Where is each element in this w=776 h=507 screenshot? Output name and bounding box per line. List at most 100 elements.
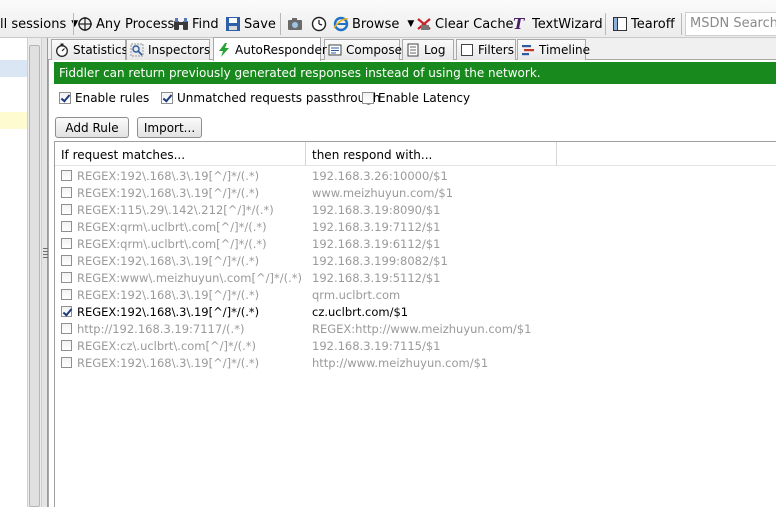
rule-row[interactable]: REGEX:192\.168\.3\.19[^/]*/(.*) cz.uclbrt… bbox=[55, 304, 775, 321]
log-icon bbox=[406, 43, 420, 57]
rule-response-target: 192.168.3.199:8082/$1 bbox=[312, 254, 448, 268]
keep-sessions-dropdown[interactable]: ll sessions ▼ bbox=[0, 13, 78, 35]
tab-statistics-label: Statistics bbox=[73, 43, 128, 57]
rule-match-pattern: REGEX:qrm\.uclbrt\.com[^/]*/(.*) bbox=[77, 237, 267, 251]
rule-enabled-checkbox[interactable] bbox=[61, 306, 72, 317]
browse-dropdown-arrow-icon[interactable]: ▼ bbox=[407, 19, 414, 29]
composer-icon bbox=[328, 43, 342, 57]
rule-row[interactable]: REGEX:192\.168\.3\.19[^/]*/(.*) 192.168.3… bbox=[55, 168, 775, 185]
enable-latency-label[interactable]: Enable Latency bbox=[378, 91, 470, 105]
unmatched-passthrough-checkbox[interactable] bbox=[161, 92, 173, 104]
find-button[interactable]: Find bbox=[173, 13, 219, 35]
clear-cache-icon bbox=[416, 16, 432, 32]
rule-response-target: 192.168.3.19:7112/$1 bbox=[312, 220, 441, 234]
clear-cache-button[interactable]: Clear Cache bbox=[416, 13, 514, 35]
rule-response-target: 192.168.3.19:6112/$1 bbox=[312, 237, 441, 251]
add-rule-button[interactable]: Add Rule bbox=[55, 117, 129, 138]
rule-row[interactable]: REGEX:192\.168\.3\.19[^/]*/(.*) qrm.uclbr… bbox=[55, 287, 775, 304]
tab-filters[interactable]: Filters bbox=[456, 39, 516, 60]
rule-enabled-checkbox[interactable] bbox=[61, 340, 72, 351]
column-header-empty[interactable] bbox=[557, 142, 776, 166]
rule-match-pattern: REGEX:192\.168\.3\.19[^/]*/(.*) bbox=[77, 288, 260, 302]
rule-enabled-checkbox[interactable] bbox=[61, 272, 72, 283]
tab-filters-label: Filters bbox=[478, 43, 514, 57]
column-header-match[interactable]: If request matches... bbox=[55, 142, 306, 166]
rule-row[interactable]: REGEX:192\.168\.3\.19[^/]*/(.*) 192.168.3… bbox=[55, 253, 775, 270]
rule-enabled-checkbox[interactable] bbox=[61, 238, 72, 249]
tab-statistics[interactable]: Statistics bbox=[51, 39, 128, 60]
unmatched-passthrough-label[interactable]: Unmatched requests passthrough bbox=[177, 91, 380, 105]
session-list-pane[interactable] bbox=[0, 38, 27, 507]
timer-button[interactable] bbox=[311, 13, 330, 35]
rule-row[interactable]: http://192.168.3.19:7117/(.*) REGEX:http:… bbox=[55, 321, 775, 338]
rule-match-pattern: REGEX:192\.168\.3\.19[^/]*/(.*) bbox=[77, 356, 260, 370]
msdn-search-input[interactable]: MSDN Search... bbox=[685, 12, 776, 36]
rule-response-target: 192.168.3.26:10000/$1 bbox=[312, 169, 448, 183]
any-process-button[interactable]: Any Process bbox=[77, 13, 174, 35]
rule-match-pattern: REGEX:115\.29\.142\.212[^/]*/(.*) bbox=[77, 203, 274, 217]
rule-match-pattern: REGEX:192\.168\.3\.19[^/]*/(.*) bbox=[77, 254, 260, 268]
tearoff-button[interactable]: Tearoff bbox=[612, 13, 675, 35]
camera-icon bbox=[287, 16, 303, 32]
tearoff-label: Tearoff bbox=[631, 16, 675, 32]
rule-row[interactable]: REGEX:www\.meizhuyun\.com[^/]*/(.*) 192.1… bbox=[55, 270, 775, 287]
rule-match-pattern: REGEX:192\.168\.3\.19[^/]*/(.*) bbox=[77, 186, 260, 200]
rule-response-target: http://www.meizhuyun.com/$1 bbox=[312, 356, 489, 370]
enable-rules-checkbox[interactable] bbox=[59, 92, 71, 104]
selected-session-row[interactable] bbox=[0, 60, 27, 77]
any-process-label: Any Process bbox=[96, 16, 175, 32]
rule-enabled-checkbox[interactable] bbox=[61, 187, 72, 198]
tab-inspectors-label: Inspectors bbox=[148, 43, 211, 57]
pane-splitter[interactable] bbox=[41, 38, 48, 507]
rule-row[interactable]: REGEX:qrm\.uclbrt\.com[^/]*/(.*) 192.168.… bbox=[55, 236, 775, 253]
stopwatch-icon bbox=[55, 43, 69, 57]
tab-log[interactable]: Log bbox=[402, 39, 454, 60]
rule-enabled-checkbox[interactable] bbox=[61, 357, 72, 368]
inspect-icon bbox=[130, 43, 144, 57]
rule-match-pattern: REGEX:192\.168\.3\.19[^/]*/(.*) bbox=[77, 305, 260, 319]
tab-composer[interactable]: Composer bbox=[324, 39, 407, 60]
tab-composer-label: Composer bbox=[346, 43, 407, 57]
tab-timeline[interactable]: Timeline bbox=[517, 39, 590, 60]
rule-match-pattern: http://192.168.3.19:7117/(.*) bbox=[77, 322, 245, 336]
rule-enabled-checkbox[interactable] bbox=[61, 170, 72, 181]
crosshair-icon bbox=[77, 16, 93, 32]
tab-autoresponder[interactable]: AutoResponder bbox=[213, 37, 327, 61]
browse-button[interactable]: Browse ▼ bbox=[333, 13, 414, 35]
highlighted-session-row[interactable] bbox=[0, 112, 27, 129]
session-list-scrollbar-thumb[interactable] bbox=[29, 45, 40, 507]
rule-row[interactable]: REGEX:cz\.uclbrt\.com[^/]*/(.*) 192.168.3… bbox=[55, 338, 775, 355]
toolbar: ll sessions ▼ Any Process Find Save Brow… bbox=[0, 0, 776, 38]
rule-enabled-checkbox[interactable] bbox=[61, 204, 72, 215]
tab-autoresponder-label: AutoResponder bbox=[235, 42, 327, 57]
rule-enabled-checkbox[interactable] bbox=[61, 289, 72, 300]
tab-log-label: Log bbox=[424, 43, 446, 57]
rule-response-target: cz.uclbrt.com/$1 bbox=[312, 305, 409, 319]
rule-response-target: 192.168.3.19:7115/$1 bbox=[312, 339, 441, 353]
rule-row[interactable]: REGEX:192\.168\.3\.19[^/]*/(.*) www.meizh… bbox=[55, 185, 775, 202]
enable-rules-label[interactable]: Enable rules bbox=[75, 91, 149, 105]
column-header-respond[interactable]: then respond with... bbox=[306, 142, 557, 166]
enable-latency-checkbox[interactable] bbox=[362, 92, 374, 104]
rule-response-target: www.meizhuyun.com/$1 bbox=[312, 186, 454, 200]
save-button[interactable]: Save bbox=[225, 13, 276, 35]
rule-enabled-checkbox[interactable] bbox=[61, 221, 72, 232]
rule-row[interactable]: REGEX:115\.29\.142\.212[^/]*/(.*) 192.168… bbox=[55, 202, 775, 219]
textwizard-button[interactable]: T TextWizard bbox=[513, 13, 603, 35]
textwizard-label: TextWizard bbox=[532, 16, 603, 32]
keep-sessions-label: ll sessions bbox=[0, 16, 67, 32]
tab-inspectors[interactable]: Inspectors bbox=[126, 39, 210, 60]
screenshot-button[interactable] bbox=[287, 13, 306, 35]
rule-response-target: REGEX:http://www.meizhuyun.com/$1 bbox=[312, 322, 532, 336]
import-button[interactable]: Import... bbox=[137, 117, 202, 138]
rule-enabled-checkbox[interactable] bbox=[61, 255, 72, 266]
tearoff-icon bbox=[612, 16, 628, 32]
rule-row[interactable]: REGEX:qrm\.uclbrt\.com[^/]*/(.*) 192.168.… bbox=[55, 219, 775, 236]
rule-row[interactable]: REGEX:192\.168\.3\.19[^/]*/(.*) http://ww… bbox=[55, 355, 775, 372]
timeline-icon bbox=[521, 43, 535, 57]
lightning-icon bbox=[217, 42, 231, 57]
browse-label: Browse bbox=[352, 16, 400, 32]
rule-response-target: 192.168.3.19:8090/$1 bbox=[312, 203, 441, 217]
filter-checkbox-icon bbox=[460, 43, 474, 57]
rule-enabled-checkbox[interactable] bbox=[61, 323, 72, 334]
